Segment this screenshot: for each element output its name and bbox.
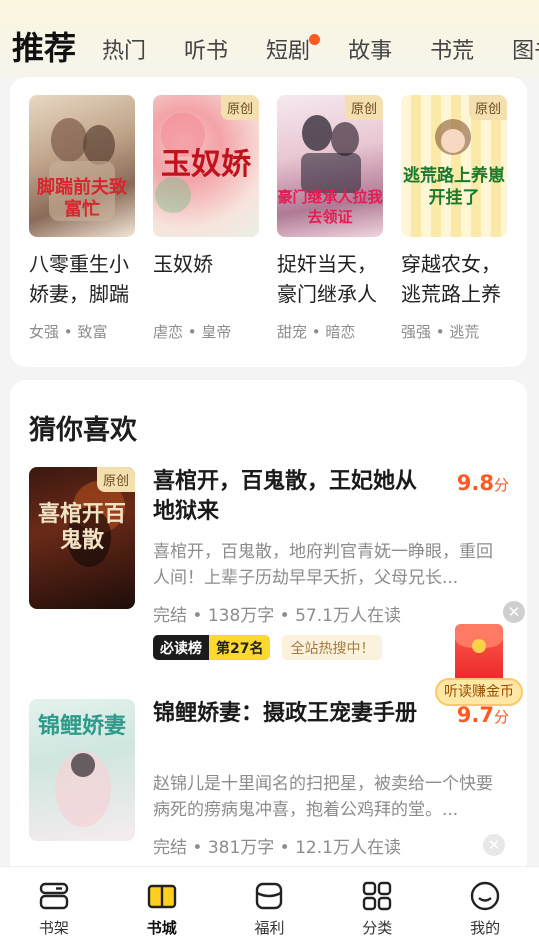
nav-bookshelf[interactable]: 书架 — [0, 867, 108, 944]
new-dot-badge — [309, 34, 321, 45]
book-tags: 女强 • 致富 — [29, 323, 108, 341]
guess-you-like-card: 猜你喜欢 原创 喜棺开百鬼散 喜棺开，百鬼散，王妃她从地狱来 9.8分 喜棺开，… — [10, 380, 527, 880]
bookshelf-icon — [39, 882, 69, 910]
app-page: 推荐 热门 听书 短剧 故事 书荒 图书 脚踹前夫致富忙 八零重生小娇妻，脚踹 … — [0, 0, 539, 944]
book-meta: 完结 • 381万字 • 12.1万人在读 — [153, 838, 401, 858]
cover-title: 豪门继承人拉我去领证 — [277, 188, 383, 226]
nav-label: 福利 — [254, 919, 285, 937]
book-cover[interactable]: 原创 豪门继承人拉我去领证 — [277, 95, 383, 237]
book-description: 喜棺开，百鬼散，地府判官青妩一睁眼，重回人间！上辈子历劫早早夭折，父母兄长... — [153, 542, 493, 588]
bottom-nav: 书架 书城 福利 分类 我的 — [0, 866, 539, 944]
book-title[interactable]: 玉奴娇 — [153, 249, 265, 309]
rec-book-3[interactable]: 原创 豪门继承人拉我去领证 捉奸当天，豪门继承人 甜宠 • 暗恋 — [277, 95, 385, 342]
score-value: 9.8 — [456, 471, 494, 495]
tab-story[interactable]: 故事 — [348, 36, 392, 68]
score-value: 9.7 — [456, 703, 494, 727]
close-icon[interactable]: ✕ — [503, 601, 525, 623]
score-unit: 分 — [493, 708, 509, 726]
rank-chip[interactable]: 必读榜 第27名 — [153, 635, 271, 660]
book-cover[interactable]: 锦鲤娇妻 — [29, 699, 135, 841]
hot-search-chip: 全站热搜中！ — [282, 635, 383, 660]
section-title: 猜你喜欢 — [29, 415, 137, 446]
book-title[interactable]: 锦鲤娇妻：摄政王宠妻手册 — [153, 699, 438, 729]
tab-label: 短剧 — [266, 39, 311, 64]
nav-label: 我的 — [470, 919, 501, 937]
bookstore-icon — [147, 884, 176, 909]
book-cover[interactable]: 原创 喜棺开百鬼散 — [29, 467, 135, 609]
coin-icon — [472, 639, 486, 653]
nav-welfare[interactable]: 福利 — [216, 867, 324, 944]
nav-bookstore[interactable]: 书城 — [108, 867, 216, 944]
welfare-icon — [256, 882, 283, 910]
tab-recommend[interactable]: 推荐 — [12, 28, 76, 68]
book-meta: 完结 • 138万字 • 57.1万人在读 — [153, 606, 401, 626]
nav-label: 书城 — [146, 919, 177, 937]
rec-book-2[interactable]: 原创 玉奴娇 玉奴娇 虐恋 • 皇帝 — [153, 95, 261, 342]
nav-profile[interactable]: 我的 — [431, 867, 539, 944]
score-unit: 分 — [493, 476, 509, 494]
original-badge: 原创 — [344, 95, 383, 120]
recommend-card: 脚踹前夫致富忙 八零重生小娇妻，脚踹 女强 • 致富 原创 玉奴娇 玉奴娇 虐恋… — [10, 77, 527, 367]
rec-book-4[interactable]: 原创 逃荒路上养崽开挂了 穿越农女，逃荒路上养 强强 • 逃荒 — [401, 95, 509, 342]
cover-title: 脚踹前夫致富忙 — [37, 177, 127, 220]
book-title[interactable]: 捉奸当天，豪门继承人 — [277, 249, 389, 309]
earn-coins-button[interactable]: 听读赚金币 — [435, 678, 523, 706]
book-title[interactable]: 八零重生小娇妻，脚踹 — [29, 249, 141, 309]
book-score: 9.7分 — [457, 703, 509, 727]
book-score: 9.8分 — [457, 471, 509, 495]
red-packet-icon[interactable] — [455, 624, 503, 684]
book-title[interactable]: 穿越农女，逃荒路上养 — [401, 249, 513, 309]
book-tags: 虐恋 • 皇帝 — [153, 323, 232, 341]
nav-category[interactable]: 分类 — [323, 867, 431, 944]
cover-title: 喜棺开百鬼散 — [37, 501, 126, 553]
profile-icon — [470, 881, 500, 911]
category-icon — [363, 881, 392, 911]
top-tab-bar: 推荐 热门 听书 短剧 故事 书荒 图书 — [0, 0, 539, 78]
original-badge: 原创 — [96, 467, 135, 492]
cover-title: 锦鲤娇妻 — [37, 713, 126, 739]
category-tabs: 推荐 热门 听书 短剧 故事 书荒 图书 — [12, 20, 539, 68]
book-cover[interactable]: 脚踹前夫致富忙 — [29, 95, 135, 237]
book-description: 赵锦儿是十里闻名的扫把星，被卖给一个快要病死的痨病鬼冲喜，抱着公鸡拜的堂。... — [153, 774, 493, 820]
tab-print-books[interactable]: 图书 — [512, 36, 539, 68]
rank-label: 必读榜 — [153, 635, 209, 660]
cover-title: 玉奴娇 — [161, 147, 251, 182]
book-tags: 甜宠 • 暗恋 — [277, 323, 356, 341]
rec-book-1[interactable]: 脚踹前夫致富忙 八零重生小娇妻，脚踹 女强 • 致富 — [29, 95, 137, 342]
tab-audiobook[interactable]: 听书 — [184, 36, 228, 68]
tab-hot[interactable]: 热门 — [102, 36, 146, 68]
book-chips: 必读榜 第27名 全站热搜中！ — [153, 635, 383, 660]
nav-label: 书架 — [38, 919, 69, 937]
book-title[interactable]: 喜棺开，百鬼散，王妃她从地狱来 — [153, 467, 438, 527]
book-tags: 强强 • 逃荒 — [401, 323, 480, 341]
nav-label: 分类 — [362, 919, 393, 937]
book-cover[interactable]: 原创 玉奴娇 — [153, 95, 259, 237]
rank-value: 第27名 — [209, 635, 271, 660]
original-badge: 原创 — [220, 95, 259, 120]
tab-book-shortage[interactable]: 书荒 — [430, 36, 474, 68]
original-badge: 原创 — [468, 95, 507, 120]
cover-title: 逃荒路上养崽开挂了 — [403, 166, 505, 208]
tab-short-drama[interactable]: 短剧 — [266, 34, 321, 68]
book-cover[interactable]: 原创 逃荒路上养崽开挂了 — [401, 95, 507, 237]
close-icon[interactable]: ✕ — [483, 834, 505, 856]
